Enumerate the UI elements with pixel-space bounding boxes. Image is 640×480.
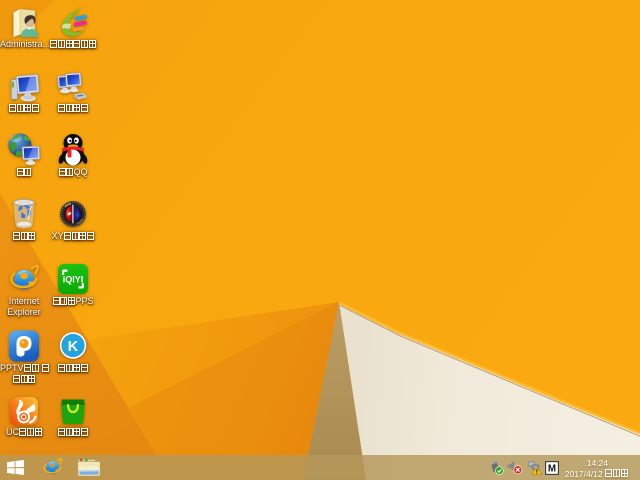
svg-text:iQIYI: iQIYI xyxy=(63,275,84,285)
svg-text:M: M xyxy=(548,463,556,474)
svg-text:K: K xyxy=(68,339,79,355)
